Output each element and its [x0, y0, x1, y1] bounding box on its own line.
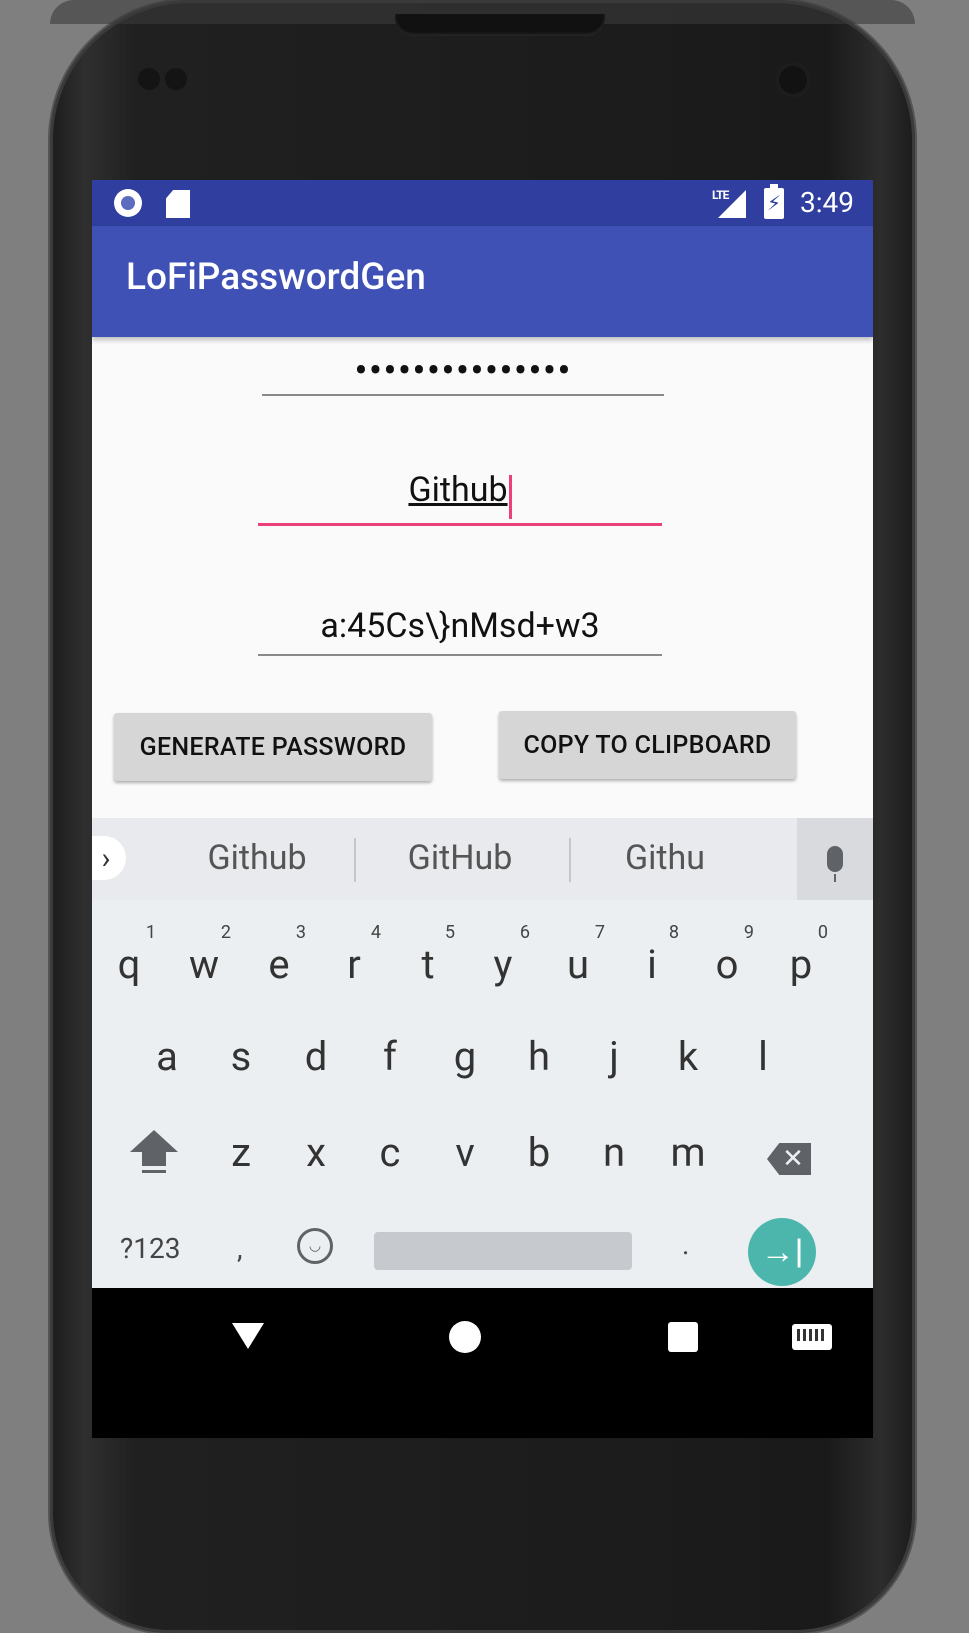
key-letter: u [566, 940, 590, 988]
symbols-key[interactable]: ?123 [120, 1232, 180, 1265]
key-r[interactable]: r4 [317, 918, 391, 1010]
sd-card-icon [166, 190, 190, 218]
key-letter: w [188, 940, 220, 988]
backspace-icon[interactable]: ✕ [767, 1143, 811, 1175]
earpiece-speaker [395, 14, 605, 36]
key-y[interactable]: y6 [466, 918, 540, 1010]
spacebar[interactable] [374, 1232, 632, 1270]
network-type: LTE [712, 188, 729, 202]
key-number-hint: 2 [220, 922, 231, 943]
key-number-hint: 0 [817, 922, 828, 943]
key-number-hint: 6 [519, 922, 530, 943]
key-letter: p [789, 940, 813, 988]
key-e[interactable]: e3 [242, 918, 316, 1010]
key-c[interactable]: c [353, 1106, 427, 1198]
key-letter: r [347, 940, 361, 988]
key-m[interactable]: m [651, 1106, 725, 1198]
key-letter: t [421, 940, 435, 988]
keyboard-switch-icon[interactable] [792, 1324, 832, 1350]
voice-input-button[interactable] [797, 818, 873, 900]
proximity-sensor [138, 68, 160, 90]
text-cursor [508, 474, 512, 519]
emoji-icon[interactable]: ◡ [297, 1228, 333, 1264]
site-name-field[interactable]: Github [258, 470, 662, 526]
app-bar: LoFiPasswordGen [92, 226, 873, 337]
key-number-hint: 7 [594, 922, 605, 943]
status-bar: LTE ⚡ 3:49 [92, 180, 873, 226]
key-t[interactable]: t5 [391, 918, 465, 1010]
key-l[interactable]: l [726, 1010, 800, 1102]
master-password-value: ••••••••••••••• [354, 347, 572, 394]
site-name-value: Github [408, 470, 508, 510]
key-g[interactable]: g [428, 1010, 502, 1102]
navigation-bar [92, 1288, 873, 1438]
key-i[interactable]: i8 [615, 918, 689, 1010]
key-o[interactable]: o9 [690, 918, 764, 1010]
suggestion-strip: › Github GitHub Githu [92, 818, 873, 900]
key-number-hint: 1 [145, 922, 156, 943]
key-p[interactable]: p0 [764, 918, 838, 1010]
light-sensor [165, 68, 187, 90]
generated-password-value: a:45Cs\}nMsd+w3 [320, 606, 600, 646]
suggestion-3[interactable]: Githu [560, 838, 770, 878]
key-j[interactable]: j [577, 1010, 651, 1102]
key-n[interactable]: n [577, 1106, 651, 1198]
key-letter: q [117, 940, 141, 988]
key-z[interactable]: z [204, 1106, 278, 1198]
soft-keyboard: › Github GitHub Githu q1 w2 e3 r4 t5 y6 … [92, 818, 873, 1288]
notification-dot-icon [114, 189, 142, 217]
status-time: 3:49 [800, 186, 854, 219]
key-f[interactable]: f [353, 1010, 427, 1102]
suggestion-1[interactable]: Github [152, 838, 362, 878]
shift-icon-underline [142, 1170, 166, 1173]
key-w[interactable]: w2 [167, 918, 241, 1010]
key-h[interactable]: h [502, 1010, 576, 1102]
key-a[interactable]: a [130, 1010, 204, 1102]
key-u[interactable]: u7 [541, 918, 615, 1010]
key-number-hint: 4 [370, 922, 381, 943]
device-screen: LTE ⚡ 3:49 LoFiPasswordGen •••••••••••••… [92, 180, 873, 1438]
field-underline [258, 523, 662, 526]
master-password-field[interactable]: ••••••••••••••• [262, 351, 664, 396]
generate-password-button[interactable]: GENERATE PASSWORD [114, 713, 432, 781]
key-q[interactable]: q1 [92, 918, 166, 1010]
back-icon[interactable] [232, 1323, 264, 1349]
app-title: LoFiPasswordGen [126, 256, 426, 299]
key-b[interactable]: b [502, 1106, 576, 1198]
key-letter: y [493, 940, 513, 988]
front-camera [775, 62, 811, 98]
field-underline [262, 394, 664, 396]
key-letter: o [715, 940, 739, 988]
comma-key[interactable]: , [237, 1232, 243, 1265]
key-number-hint: 3 [295, 922, 306, 943]
key-number-hint: 9 [743, 922, 754, 943]
recents-icon[interactable] [668, 1322, 698, 1352]
key-x[interactable]: x [279, 1106, 353, 1198]
shift-icon[interactable] [130, 1130, 178, 1152]
key-letter: e [268, 940, 290, 988]
key-number-hint: 5 [444, 922, 455, 943]
expand-suggestions-button[interactable]: › [92, 836, 126, 880]
charging-bolt-icon: ⚡ [767, 191, 782, 215]
field-underline [258, 654, 662, 656]
suggestion-2[interactable]: GitHub [355, 838, 565, 878]
key-s[interactable]: s [204, 1010, 278, 1102]
enter-next-icon[interactable]: →| [748, 1218, 816, 1286]
key-k[interactable]: k [651, 1010, 725, 1102]
key-v[interactable]: v [428, 1106, 502, 1198]
home-icon[interactable] [449, 1321, 481, 1353]
shift-icon-stem [142, 1152, 166, 1166]
microphone-icon [827, 846, 843, 882]
chevron-right-icon: › [101, 840, 111, 876]
key-letter: i [647, 940, 657, 988]
battery-icon: ⚡ [764, 184, 784, 219]
period-key[interactable]: . [682, 1228, 689, 1261]
copy-to-clipboard-button[interactable]: COPY TO CLIPBOARD [499, 711, 796, 779]
key-d[interactable]: d [279, 1010, 353, 1102]
generated-password-field[interactable]: a:45Cs\}nMsd+w3 [258, 606, 662, 656]
key-number-hint: 8 [668, 922, 679, 943]
